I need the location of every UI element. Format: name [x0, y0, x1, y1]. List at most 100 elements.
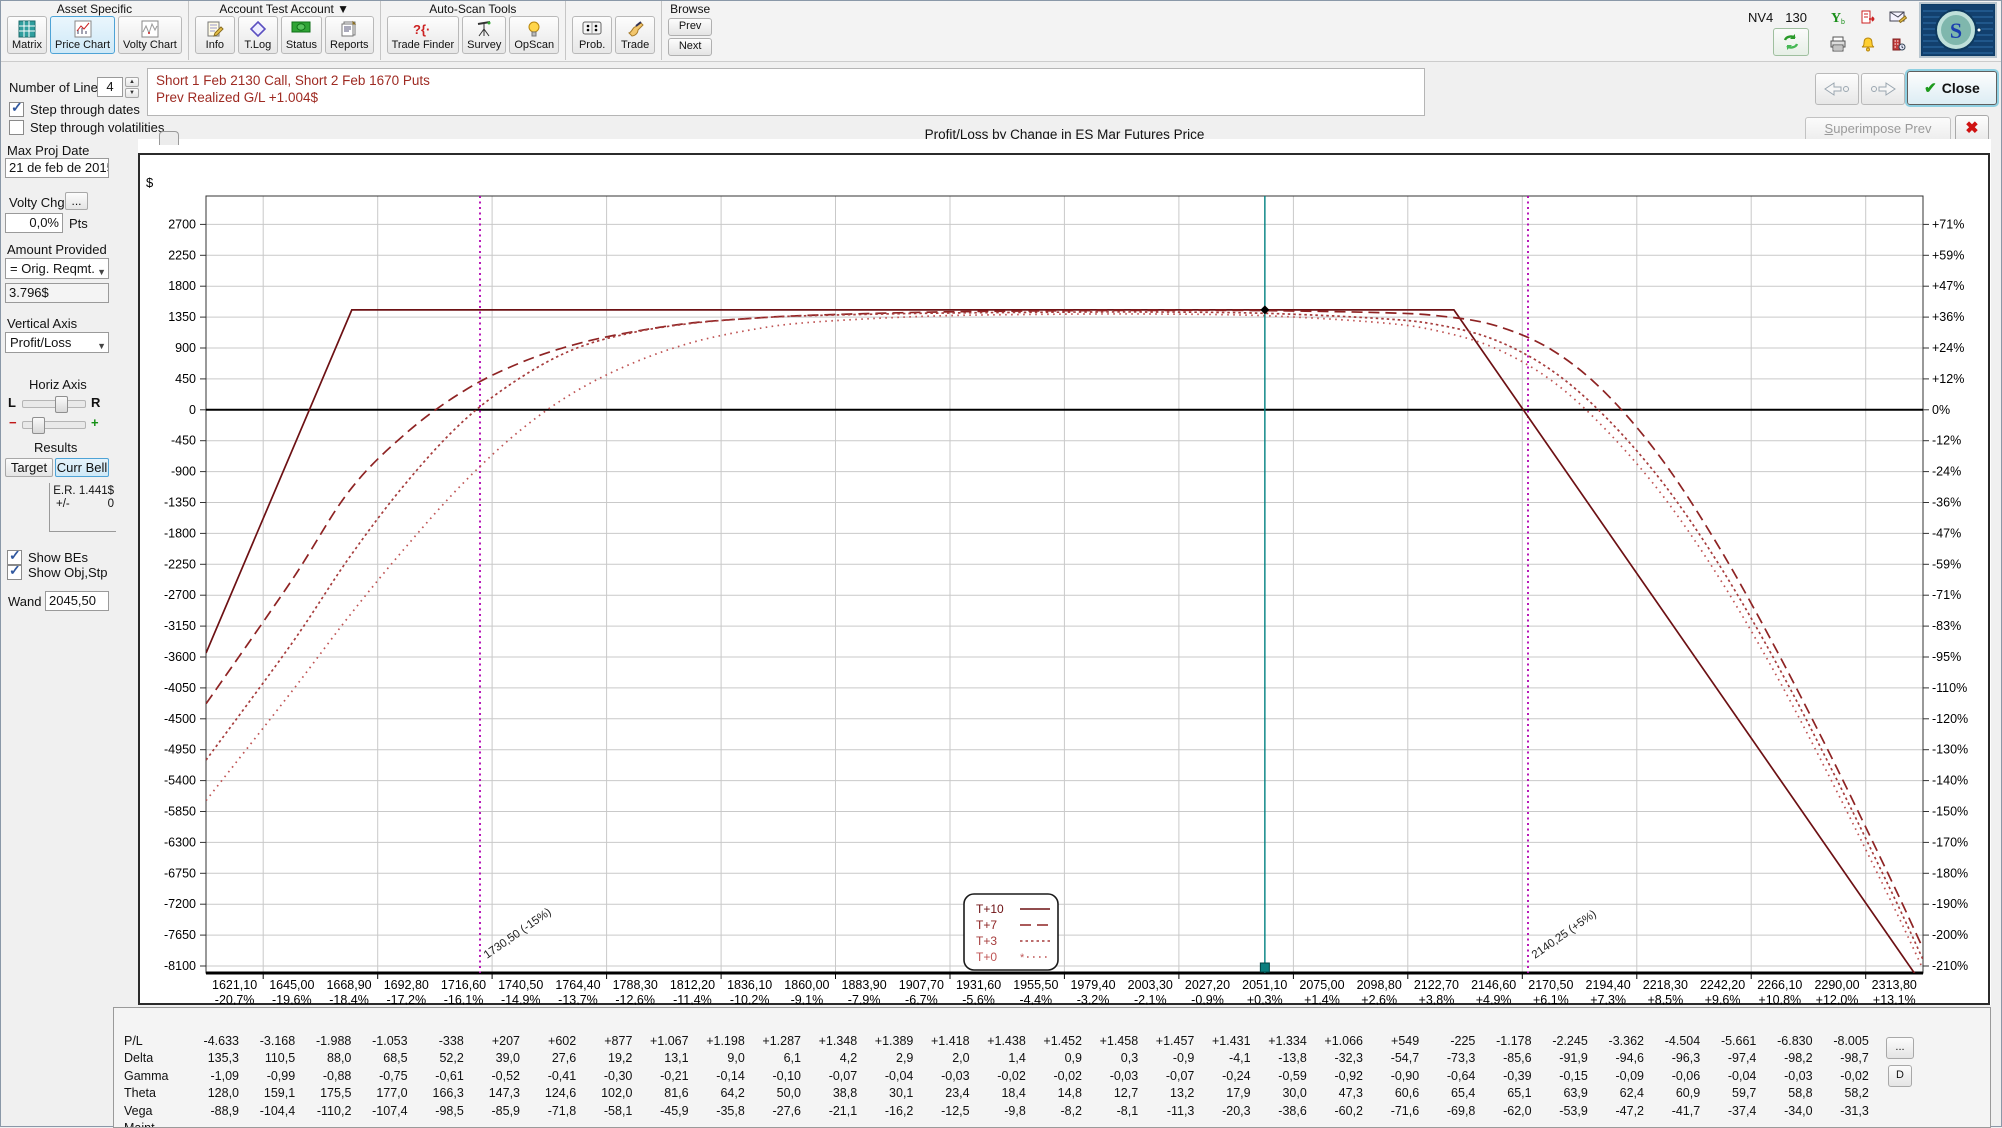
wand-input[interactable]: 2045,50 [45, 591, 109, 611]
table-cell: -0,41 [522, 1069, 576, 1083]
svg-text:-2700: -2700 [164, 588, 196, 602]
toolbar-button-price-chart[interactable]: Price Chart [50, 16, 115, 54]
zoom-slider[interactable] [22, 421, 86, 429]
toolbar-button-trade[interactable]: Trade [615, 16, 655, 54]
slider-handle[interactable] [32, 417, 45, 434]
table-cell: -98,5 [410, 1104, 464, 1118]
table-cell: -0,9 [1140, 1051, 1194, 1065]
svg-text:450: 450 [175, 372, 196, 386]
panel-collapse-tab[interactable] [159, 131, 179, 145]
forward-button[interactable] [1861, 73, 1905, 105]
number-of-lines-stepper[interactable]: ▲▼ [125, 77, 139, 97]
table-cell: +1.198 [691, 1034, 745, 1048]
table-cell: -0,02 [1815, 1069, 1869, 1083]
max-proj-date-input[interactable]: 21 de feb de 2015 [5, 158, 109, 178]
building-icon-button[interactable] [1890, 36, 1906, 57]
svg-text:1836,10: 1836,10 [727, 978, 772, 992]
svg-text:2098,80: 2098,80 [1357, 978, 1402, 992]
toolbar-button-opscan[interactable]: OpScan [509, 16, 559, 54]
browse-next-button[interactable]: Next [668, 38, 712, 56]
print-icon-button[interactable] [1829, 36, 1847, 57]
svg-text:1350: 1350 [168, 310, 196, 324]
browse-prev-button[interactable]: Prev [668, 18, 712, 36]
toolbar-button-trade-finder[interactable]: ?{·Trade Finder [387, 16, 460, 54]
sync-button[interactable] [1773, 28, 1809, 56]
svg-text:+36%: +36% [1932, 310, 1964, 324]
toolbar-button-t-log[interactable]: T.Log [238, 16, 278, 54]
svg-text:-36%: -36% [1932, 496, 1961, 510]
realized-gl: Prev Realized G/L +1.004$ [156, 89, 1416, 106]
number-of-lines-input[interactable]: 4 [97, 77, 123, 97]
table-d-button[interactable]: D [1888, 1065, 1912, 1087]
wand-marker[interactable] [1260, 963, 1269, 972]
toolbar-button-survey[interactable]: Survey [462, 16, 506, 54]
svg-text:-12,6%: -12,6% [615, 993, 655, 1005]
volty-chg-more-button[interactable]: ... [65, 192, 88, 210]
row-label: Delta [124, 1051, 153, 1065]
toolbar-button-volty-chart[interactable]: Volty Chart [118, 16, 182, 54]
amount-provided-dropdown[interactable]: = Orig. Reqmt.▼ [5, 258, 109, 279]
y-icon-button[interactable]: Yb [1830, 9, 1846, 30]
mail-icon-button[interactable] [1889, 10, 1907, 29]
target-button[interactable]: Target [5, 458, 53, 477]
horiz-right-label: R [91, 395, 100, 410]
table-row-gamma: Gamma-1,09-0,99-0,88-0,75-0,61-0,52-0,41… [114, 1069, 1990, 1086]
table-cell: 30,0 [1253, 1086, 1307, 1100]
table-cell: -225 [1421, 1034, 1475, 1048]
step-dates-checkbox[interactable]: ✓ Step through dates [9, 102, 140, 117]
svg-text:-0,9%: -0,9% [1191, 993, 1224, 1005]
svg-text:0: 0 [189, 403, 196, 417]
matrix-icon [18, 20, 36, 38]
pl-chart[interactable]: 27002250180013509004500-450-900-1350-180… [138, 139, 1991, 1005]
bell-icon-button[interactable] [1860, 36, 1876, 57]
table-cell: -71,6 [1365, 1104, 1419, 1118]
volty-chg-input[interactable]: 0,0% [5, 213, 63, 233]
toolbar-group-label[interactable]: Account Test Account ▼ [219, 2, 349, 16]
svg-text:2266,10: 2266,10 [1757, 978, 1802, 992]
vertical-axis-dropdown[interactable]: Profit/Loss▼ [5, 332, 109, 353]
toolbar-button-status[interactable]: Status [281, 16, 322, 54]
table-cell: 13,1 [635, 1051, 689, 1065]
curr-bell-button[interactable]: Curr Bell [55, 458, 109, 477]
plusminus-value: 0 [108, 498, 114, 510]
table-more-button[interactable]: ... [1886, 1037, 1914, 1059]
svg-text:+24%: +24% [1932, 341, 1964, 355]
table-cell: 9,0 [691, 1051, 745, 1065]
table-cell: -94,6 [1590, 1051, 1644, 1065]
table-cell: -8.005 [1815, 1034, 1869, 1048]
horiz-axis-slider[interactable] [22, 400, 86, 408]
table-cell: 6,1 [747, 1051, 801, 1065]
toolbar-button-reports[interactable]: Reports [325, 16, 374, 54]
svg-text:-190%: -190% [1932, 897, 1968, 911]
svg-text:*: * [1020, 952, 1025, 964]
toolbar-button-matrix[interactable]: Matrix [7, 16, 47, 54]
svg-text:1740,50: 1740,50 [498, 978, 543, 992]
table-row-vega: Vega-88,9-104,4-110,2-107,4-98,5-85,9-71… [114, 1104, 1990, 1121]
close-button[interactable]: ✔ Close [1907, 71, 1997, 105]
price-chart-icon [74, 20, 92, 38]
table-cell: +1.457 [1140, 1034, 1194, 1048]
row-label: Theta [124, 1086, 156, 1100]
table-cell: -0,88 [297, 1069, 351, 1083]
expected-return-box: E.R. 1.441$ +/-0 [49, 483, 116, 532]
export-icon-button[interactable] [1860, 9, 1876, 30]
slider-handle[interactable] [55, 396, 68, 413]
toolbar-button-info[interactable]: Info [195, 16, 235, 54]
toolbar-group-0: Asset SpecificMatrixPrice ChartVolty Cha… [1, 1, 189, 60]
table-cell: +207 [466, 1034, 520, 1048]
back-button[interactable] [1815, 73, 1859, 105]
svg-text:-95%: -95% [1932, 650, 1961, 664]
table-cell: -0,52 [466, 1069, 520, 1083]
toolbar-button-prob-[interactable]: Prob. [572, 16, 612, 54]
show-obj-stp-checkbox[interactable]: ✓ Show Obj,Stp [7, 565, 108, 580]
table-cell: -3.168 [241, 1034, 295, 1048]
application-window: { "titlebar": { "app_code": "NV4", "vers… [0, 0, 2002, 1127]
svg-text:1764,40: 1764,40 [555, 978, 600, 992]
toolbar-button-label: Price Chart [55, 40, 110, 51]
table-cell: 159,1 [241, 1086, 295, 1100]
table-cell: -58,1 [578, 1104, 632, 1118]
svg-text:-900: -900 [171, 465, 196, 479]
position-header: Short 1 Feb 2130 Call, Short 2 Feb 1670 … [147, 68, 1425, 116]
table-cell: -98,2 [1759, 1051, 1813, 1065]
svg-text:2146,60: 2146,60 [1471, 978, 1516, 992]
